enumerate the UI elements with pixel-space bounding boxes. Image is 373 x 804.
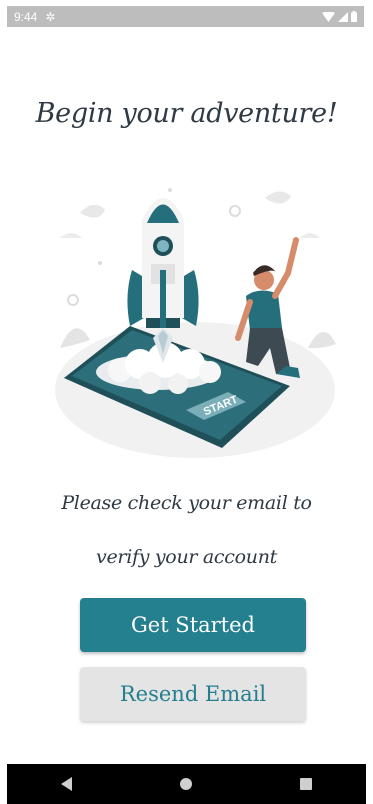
wifi-icon — [322, 11, 335, 22]
back-icon — [61, 777, 73, 791]
status-time: 9:44 — [14, 9, 38, 24]
nav-home-button[interactable] — [166, 764, 206, 804]
rocket-launch-illustration: START — [55, 188, 336, 458]
recents-icon — [300, 778, 313, 790]
nav-recents-button[interactable] — [286, 764, 326, 804]
page-title: Begin your adventure! — [35, 98, 338, 129]
verification-message-line1: Please check your email to — [61, 492, 312, 514]
home-icon — [180, 778, 193, 790]
signal-icon — [338, 11, 348, 22]
get-started-button[interactable]: Get Started — [80, 598, 306, 652]
resend-email-button[interactable]: Resend Email — [80, 667, 306, 721]
status-bar: 9:44 ✲ — [7, 6, 364, 27]
verification-message-line2: verify your account — [96, 546, 277, 568]
battery-icon — [351, 11, 357, 22]
settings-icon: ✲ — [45, 9, 56, 24]
navigation-bar — [7, 764, 366, 804]
nav-back-button[interactable] — [47, 764, 87, 804]
